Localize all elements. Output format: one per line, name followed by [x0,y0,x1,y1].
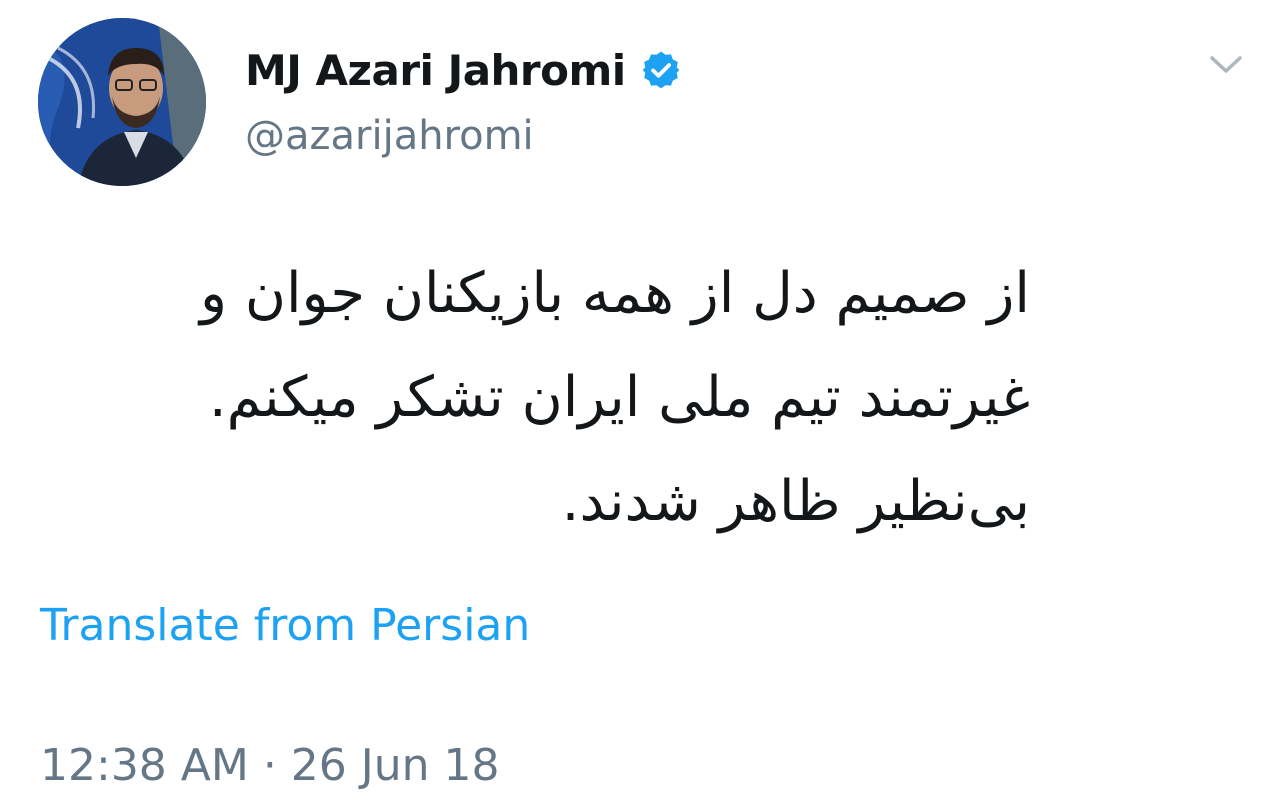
tweet-text-line: غیرتمند تیم ملی ایران تشکر میکنم. [208,365,1030,430]
tweet-timestamp[interactable]: 12:38 AM · 26 Jun 18 [40,740,500,791]
verified-badge-icon [642,51,680,89]
tweet-text-line: بی‌نظیر ظاهر شدند. [561,469,1030,534]
tweet-text: از صمیم دل از همه بازیکنان جوان و غیرتمن… [40,242,1030,554]
chevron-down-icon[interactable] [1208,50,1244,78]
profile-photo-image [38,18,206,186]
author-name-row[interactable]: MJ Azari Jahromi [245,40,682,100]
author-avatar[interactable] [38,18,206,186]
translate-link[interactable]: Translate from Persian [40,600,530,651]
author-handle[interactable]: @azarijahromi [245,113,534,159]
tweet-text-line: از صمیم دل از همه بازیکنان جوان و [199,261,1030,326]
author-display-name[interactable]: MJ Azari Jahromi [245,46,626,95]
